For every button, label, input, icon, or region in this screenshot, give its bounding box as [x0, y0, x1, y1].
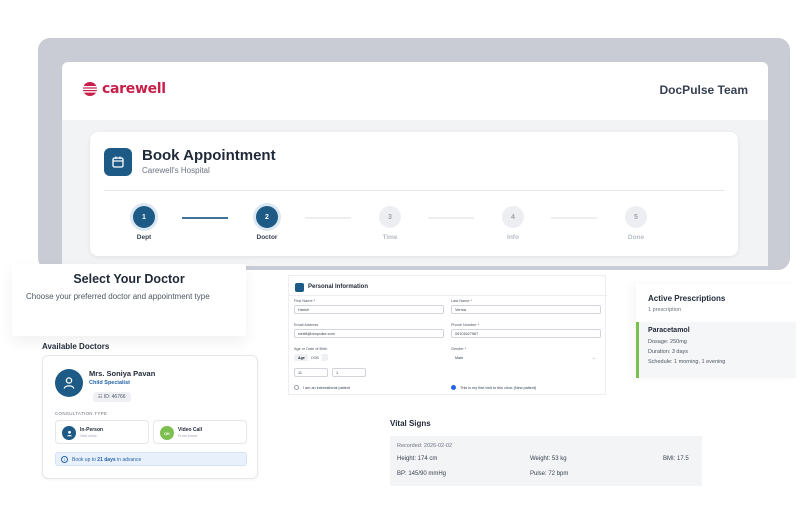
step-label: Done	[627, 234, 645, 241]
user-icon	[295, 283, 304, 292]
divider	[289, 295, 607, 296]
first-name-input[interactable]: Harish	[294, 305, 444, 314]
team-name[interactable]: DocPulse Team	[660, 83, 748, 97]
step-done[interactable]: 5 Done	[606, 206, 666, 241]
step-label: Time	[382, 234, 398, 241]
personal-info-title: Personal Information	[308, 284, 369, 290]
age-tab[interactable]: Age	[295, 354, 308, 361]
brand-logo[interactable]: carewell	[82, 81, 166, 97]
prescriptions-panel: Active Prescriptions 1 prescription Para…	[636, 284, 796, 378]
advance-booking-note: i Book up to 21 days in advance	[55, 452, 247, 466]
section-subtitle: Choose your preferred doctor and appoint…	[26, 292, 210, 301]
doctor-id-badge: ☷ ID: 46766	[93, 392, 131, 402]
gender-select[interactable]: Male ⌄	[451, 353, 601, 362]
option-title: Video Call	[178, 427, 203, 433]
pulse-value: Pulse: 72 bpm	[530, 471, 569, 477]
phone-label: Phone Number *	[451, 323, 480, 327]
email-label: Email Address	[294, 323, 319, 327]
step-number: 3	[379, 206, 401, 228]
calendar-icon	[104, 148, 132, 176]
recorded-date: Recorded: 2026-02-02	[397, 443, 453, 449]
international-checkbox[interactable]	[294, 385, 299, 390]
age-months-input[interactable]: 1	[332, 368, 366, 377]
carewell-logo-icon	[83, 82, 97, 96]
advance-text: Book up to 21 days in advance	[72, 456, 142, 463]
step-label: Dept	[136, 234, 152, 241]
select-doctor-header: Select Your Doctor Choose your preferred…	[12, 264, 246, 336]
first-visit-checkbox[interactable]	[451, 385, 456, 390]
step-connector	[182, 217, 228, 219]
top-header: carewell DocPulse Team	[62, 62, 768, 120]
international-label: I am an international patient	[303, 386, 350, 390]
doctor-id: ID: 46766	[103, 394, 126, 400]
bmi-value: BMI: 17.5	[663, 456, 689, 462]
age-dob-label: Age or Date of Birth	[294, 347, 328, 351]
person-icon	[62, 426, 76, 440]
step-number: 2	[256, 206, 278, 228]
vital-signs-box: Recorded: 2026-02-02 Height: 174 cm Weig…	[390, 436, 702, 486]
email-input[interactable]: rohit8@docpulse.com	[294, 329, 444, 338]
divider	[104, 190, 724, 191]
section-title: Select Your Doctor	[73, 272, 185, 286]
dosage: Dosage: 250mg	[648, 339, 687, 345]
chevron-down-icon: ⌄	[591, 355, 596, 361]
bp-value: BP: 145/90 mmHg	[397, 471, 447, 477]
step-number: 5	[625, 206, 647, 228]
video-badge: OK	[160, 426, 174, 440]
doctor-specialty: Child Specialist	[89, 380, 130, 386]
option-subtitle: From home	[178, 434, 198, 438]
user-avatar-icon	[55, 369, 83, 397]
step-label: Info	[507, 234, 519, 241]
last-name-input[interactable]: Verma	[451, 305, 601, 314]
consultation-type-label: CONSULTATION TYPE	[55, 411, 108, 416]
doctor-card[interactable]: Mrs. Soniya Pavan Child Specialist ☷ ID:…	[42, 355, 258, 479]
step-connector	[305, 217, 351, 219]
age-years-input[interactable]: 11	[294, 368, 328, 377]
dob-tab[interactable]: DOB	[308, 354, 322, 361]
step-connector	[551, 217, 597, 219]
brand-name: carewell	[102, 81, 166, 97]
available-doctors-title: Available Doctors	[42, 342, 110, 351]
app-screen: carewell DocPulse Team Book Appointment …	[0, 0, 800, 530]
first-name-label: First Name *	[294, 299, 316, 303]
prescriptions-title: Active Prescriptions	[648, 294, 726, 303]
video-call-option[interactable]: OK Video Call From home	[153, 420, 247, 444]
gender-label: Gender *	[451, 347, 467, 351]
option-title: In-Person	[80, 427, 104, 433]
personal-info-card: Personal Information First Name * Harish…	[288, 275, 607, 395]
schedule: Schedule: 1 morning, 1 evening	[648, 359, 726, 365]
vital-signs-title: Vital Signs	[390, 419, 431, 428]
first-visit-label: This is my first visit to this clinic (N…	[460, 386, 537, 390]
doctor-name: Mrs. Soniya Pavan	[89, 369, 156, 378]
booking-card: Book Appointment Carewell's Hospital 1 D…	[90, 132, 738, 256]
gender-value: Male	[455, 356, 464, 360]
step-info[interactable]: 4 Info	[483, 206, 543, 241]
phone-input[interactable]: 09101527967	[451, 329, 601, 338]
step-number: 4	[502, 206, 524, 228]
hospital-name: Carewell's Hospital	[142, 166, 210, 175]
step-connector	[428, 217, 474, 219]
duration: Duration: 3 days	[648, 349, 689, 355]
info-icon: i	[61, 456, 68, 463]
last-name-label: Last Name *	[451, 299, 472, 303]
medicine-name: Paracetamol	[648, 327, 690, 334]
option-subtitle: Visit clinic	[80, 434, 97, 438]
height-value: Height: 174 cm	[397, 456, 438, 462]
step-doctor[interactable]: 2 Doctor	[237, 206, 297, 241]
step-time[interactable]: 3 Time	[360, 206, 420, 241]
step-label: Doctor	[256, 234, 278, 241]
in-person-option[interactable]: In-Person Visit clinic	[55, 420, 149, 444]
prescription-count: 1 prescription	[648, 307, 682, 313]
page-title: Book Appointment	[142, 147, 276, 164]
prescription-item[interactable]: Paracetamol Dosage: 250mg Duration: 3 da…	[636, 322, 796, 378]
step-dept[interactable]: 1 Dept	[114, 206, 174, 241]
weight-value: Weight: 53 kg	[530, 456, 567, 462]
step-number: 1	[133, 206, 155, 228]
